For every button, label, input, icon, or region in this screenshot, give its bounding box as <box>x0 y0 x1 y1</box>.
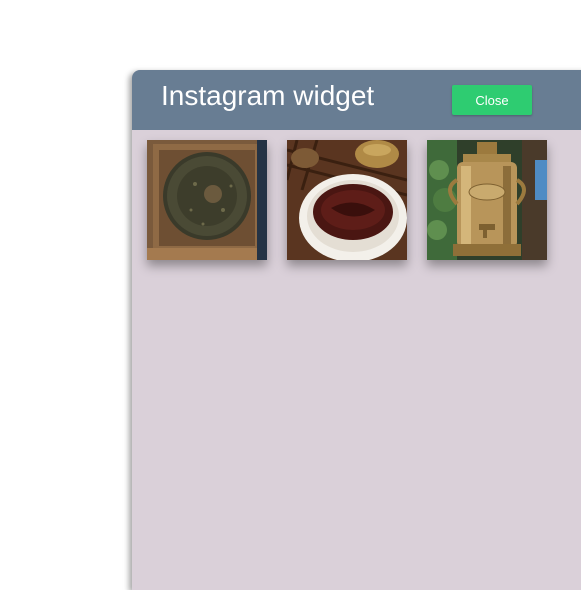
widget-title: Instagram widget <box>161 80 375 111</box>
photo-thumbnail-tea-bowl[interactable] <box>287 140 407 260</box>
widget-header: Instagram widget Close <box>132 70 581 130</box>
tea-cake-image <box>147 140 267 260</box>
close-button[interactable]: Close <box>452 85 532 115</box>
samovar-image <box>427 140 547 260</box>
photo-thumbnail-samovar[interactable] <box>427 140 547 260</box>
tea-bowl-image <box>287 140 407 260</box>
instagram-widget: Instagram widget Close <box>132 70 581 590</box>
photo-thumbnail-tea-cake[interactable] <box>147 140 267 260</box>
